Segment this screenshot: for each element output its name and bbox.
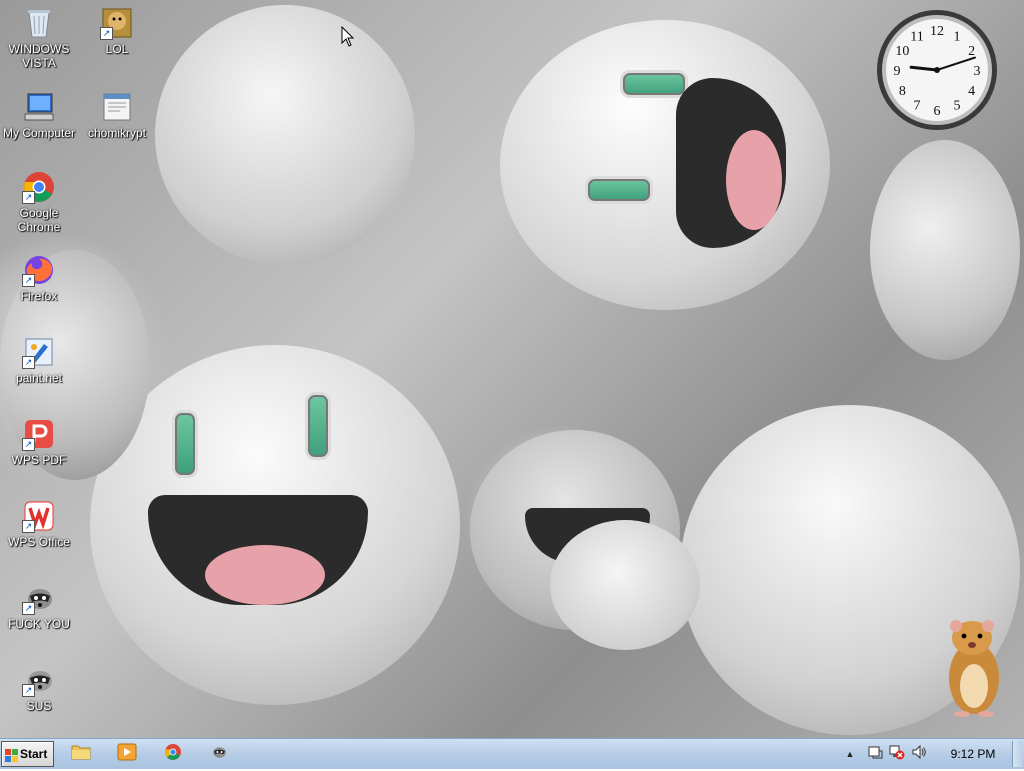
taskbar-explorer-button[interactable] xyxy=(62,742,100,766)
system-tray: ▲ xyxy=(843,739,927,769)
chrome-icon xyxy=(164,743,182,766)
desktop-icon-paint-net[interactable]: ↗ paint.net xyxy=(0,335,78,385)
firefox-icon: ↗ xyxy=(22,253,56,287)
desktop-icon-windows-vista[interactable]: WINDOWS VISTA xyxy=(0,6,78,70)
clock-number: 12 xyxy=(930,24,944,39)
taskbar-media-player-button[interactable] xyxy=(108,742,146,766)
desktop-icon-label: My Computer xyxy=(2,126,76,140)
clock-number: 5 xyxy=(954,99,961,114)
clock-number: 7 xyxy=(914,99,921,114)
start-button[interactable]: Start xyxy=(1,741,54,767)
desktop-icon-label: Firefox xyxy=(20,289,58,303)
raccoon-icon xyxy=(210,743,228,766)
taskbar: Start ▲ 9:12 PM xyxy=(0,738,1024,769)
desktop-icon-wps-pdf[interactable]: ↗ WPS PDF xyxy=(0,417,78,467)
media-player-icon xyxy=(117,743,137,766)
desktop-icon-my-computer[interactable]: My Computer xyxy=(0,90,78,140)
start-label: Start xyxy=(20,747,48,761)
mouse-cursor-icon xyxy=(341,25,355,48)
desktop-icon-lol[interactable]: ↗ LOL xyxy=(78,6,156,56)
document-window-icon xyxy=(100,90,134,124)
shortcut-arrow-icon: ↗ xyxy=(22,356,35,369)
desktop-icon-sus[interactable]: ↗ SUS xyxy=(0,663,78,713)
desktop[interactable]: WINDOWS VISTA ↗ LOL My Computer chomikry… xyxy=(0,0,1024,738)
hamster-box-icon: ↗ xyxy=(100,6,134,40)
paint-net-icon: ↗ xyxy=(22,335,56,369)
clock-number: 1 xyxy=(954,29,961,44)
recycle-bin-icon xyxy=(22,6,56,40)
desktop-icon-firefox[interactable]: ↗ Firefox xyxy=(0,253,78,303)
wps-office-icon: ↗ xyxy=(22,499,56,533)
raccoon-icon: ↗ xyxy=(22,663,56,697)
clock-number: 2 xyxy=(968,44,975,59)
desktop-icon-fuck-you[interactable]: ↗ FUCK YOU xyxy=(0,581,78,631)
shortcut-arrow-icon: ↗ xyxy=(22,191,35,204)
clock-number: 4 xyxy=(968,84,975,99)
action-center-icon[interactable] xyxy=(867,744,883,765)
folder-icon xyxy=(71,743,91,766)
network-disconnected-icon[interactable] xyxy=(889,744,905,765)
clock-number: 11 xyxy=(910,29,923,44)
chrome-icon: ↗ xyxy=(22,170,56,204)
shortcut-arrow-icon: ↗ xyxy=(22,520,35,533)
shortcut-arrow-icon: ↗ xyxy=(22,684,35,697)
shortcut-arrow-icon: ↗ xyxy=(22,602,35,615)
desktop-icon-google-chrome[interactable]: ↗ Google Chrome xyxy=(0,170,78,234)
desktop-icon-label: chomikrypt xyxy=(87,126,146,140)
desktop-icon-label: FUCK YOU xyxy=(8,617,70,631)
show-hidden-icons-arrow[interactable]: ▲ xyxy=(843,749,857,759)
desktop-icon-label: WPS Office xyxy=(8,535,70,549)
taskbar-raccoon-button[interactable] xyxy=(200,742,238,766)
desktop-icon-label: SUS xyxy=(26,699,52,713)
shortcut-arrow-icon: ↗ xyxy=(22,438,35,451)
shortcut-arrow-icon: ↗ xyxy=(22,274,35,287)
volume-icon[interactable] xyxy=(911,744,927,765)
raccoon-icon: ↗ xyxy=(22,581,56,615)
desktop-icon-label: paint.net xyxy=(15,371,63,385)
clock-gadget[interactable]: 12 1 2 3 4 5 6 7 8 9 10 11 xyxy=(875,8,999,132)
clock-number: 3 xyxy=(974,64,981,79)
desktop-icon-label: WINDOWS VISTA xyxy=(8,42,70,70)
computer-icon xyxy=(22,90,56,124)
windows-flag-icon xyxy=(5,747,19,762)
clock-number: 8 xyxy=(899,84,906,99)
hamster-gadget[interactable] xyxy=(944,614,1004,718)
show-desktop-button[interactable] xyxy=(1012,741,1023,767)
taskbar-chrome-button[interactable] xyxy=(154,742,192,766)
clock-number: 10 xyxy=(895,44,909,59)
clock-number: 9 xyxy=(894,64,901,79)
desktop-icon-chomikrypt[interactable]: chomikrypt xyxy=(78,90,156,140)
desktop-icon-wps-office[interactable]: ↗ WPS Office xyxy=(0,499,78,549)
shortcut-arrow-icon: ↗ xyxy=(100,27,113,40)
clock-time[interactable]: 9:12 PM xyxy=(940,739,1006,769)
clock-number: 6 xyxy=(934,104,941,119)
desktop-icon-label: Google Chrome xyxy=(17,206,61,234)
desktop-icon-label: LOL xyxy=(105,42,129,56)
desktop-icon-label: WPS PDF xyxy=(11,453,67,467)
wps-pdf-icon: ↗ xyxy=(22,417,56,451)
